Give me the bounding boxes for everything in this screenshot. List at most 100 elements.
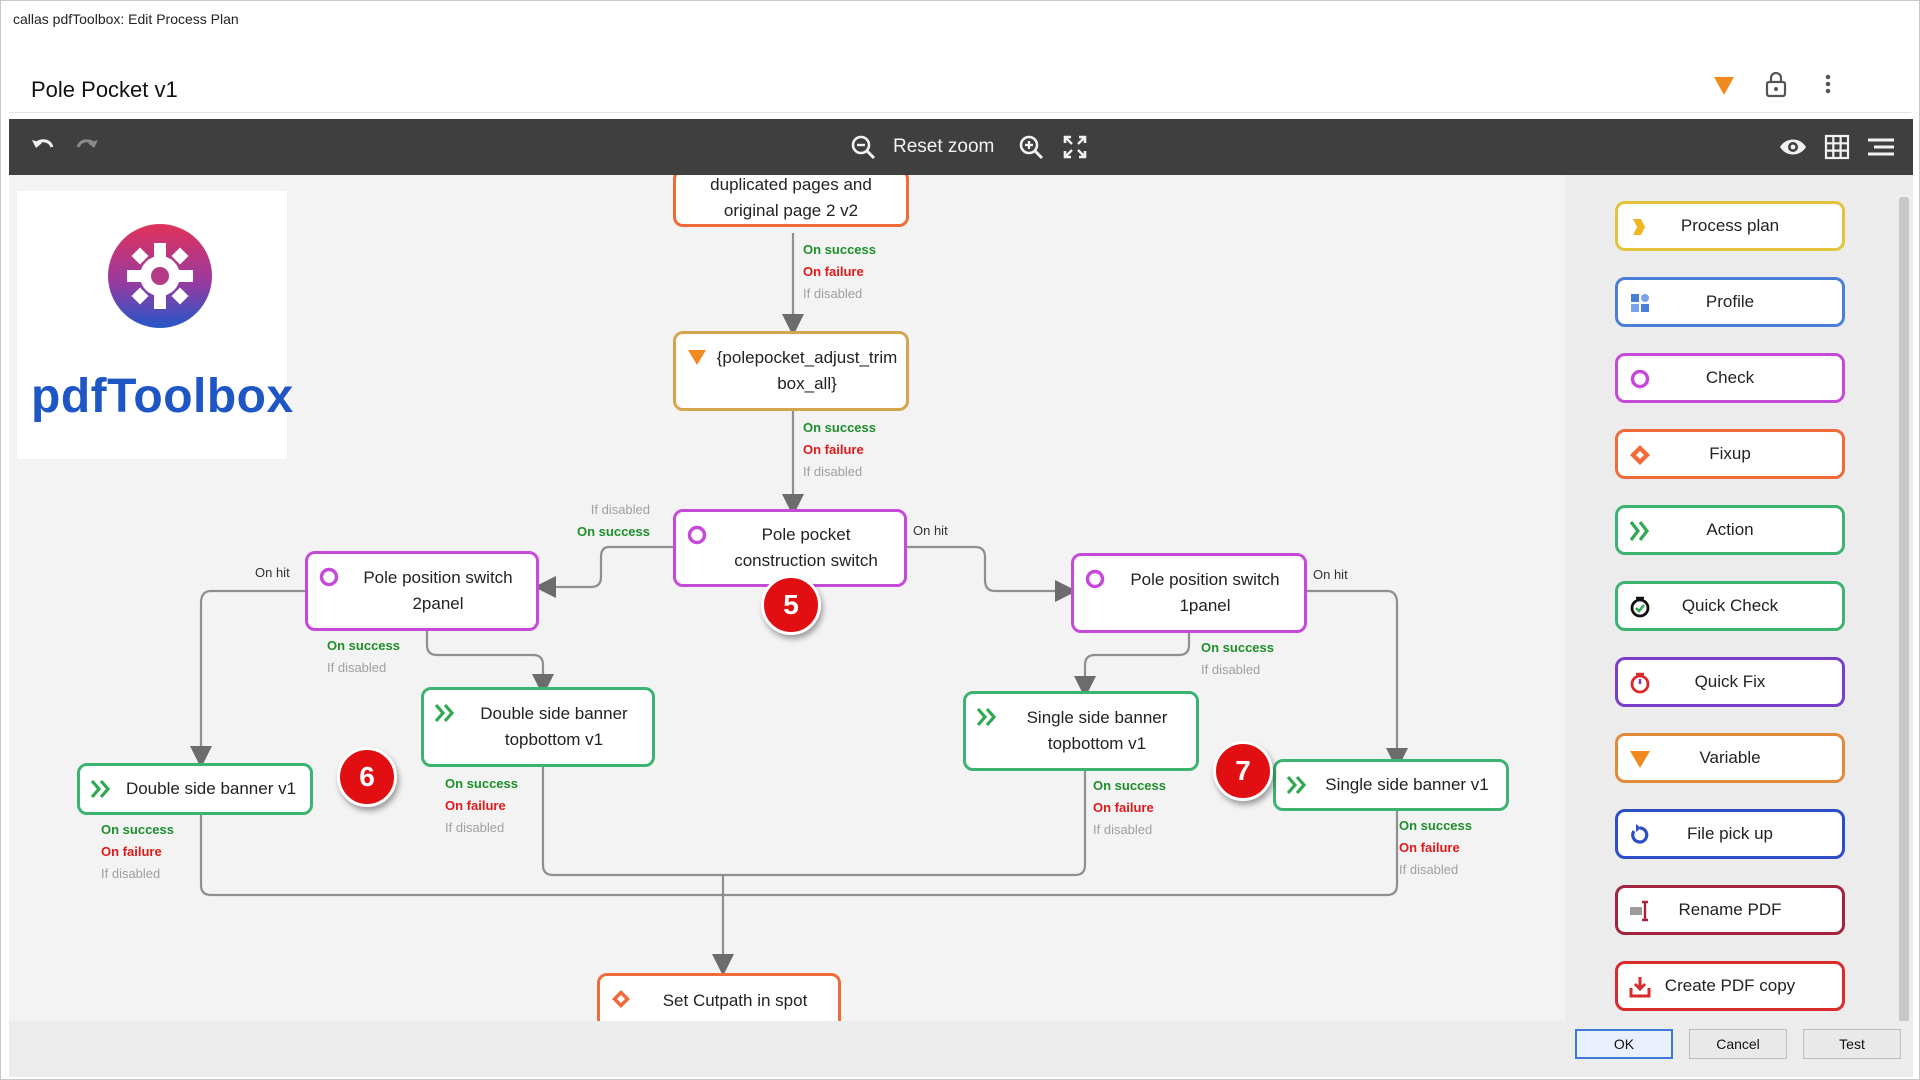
palette-label: Process plan <box>1680 216 1780 235</box>
palette-label: Quick Check <box>1681 596 1779 615</box>
palette-check[interactable]: Check <box>1615 353 1845 403</box>
palette-label: Action <box>1706 520 1754 539</box>
fixup-icon <box>1628 443 1652 467</box>
on-success-label: On success <box>445 776 518 791</box>
fixup-icon <box>610 988 632 1010</box>
check-icon <box>318 566 340 588</box>
palette-rename-pdf[interactable]: Rename PDF <box>1615 885 1845 935</box>
if-disabled-label: If disabled <box>101 866 161 881</box>
process-plan-canvas[interactable]: pdfToolbox duplicated pages and original… <box>9 175 1565 1021</box>
scrollbar-thumb[interactable] <box>1899 197 1909 1047</box>
node-single-side-banner[interactable]: Single side banner v1 <box>1273 759 1509 811</box>
on-success-label: On success <box>327 638 400 653</box>
step-badge-6: 6 <box>337 747 397 807</box>
node-switch-1panel[interactable]: Pole position switch 1panel <box>1071 553 1307 633</box>
node-palette: Process plan Profile Check Fixup Action … <box>1565 175 1895 1021</box>
layout-menu-icon[interactable] <box>1865 131 1897 163</box>
node-single-topbottom[interactable]: Single side banner topbottom v1 <box>963 691 1199 771</box>
flow-labels-double-topbottom: On success On failure If disabled <box>445 773 518 839</box>
logo-text: pdfToolbox <box>31 370 294 423</box>
palette-quick-check[interactable]: Quick Check <box>1615 581 1845 631</box>
lock-icon[interactable] <box>1763 69 1789 99</box>
on-failure-label: On failure <box>1399 840 1460 855</box>
palette-action[interactable]: Action <box>1615 505 1845 555</box>
palette-create-pdf-copy[interactable]: Create PDF copy <box>1615 961 1845 1011</box>
palette-scrollbar[interactable] <box>1895 175 1913 1047</box>
palette-label: Rename PDF <box>1678 900 1782 919</box>
palette-file-pick-up[interactable]: File pick up <box>1615 809 1845 859</box>
rename-pdf-icon <box>1628 899 1652 923</box>
if-disabled-label: If disabled <box>803 286 863 301</box>
test-button[interactable]: Test <box>1803 1029 1901 1059</box>
fit-screen-icon[interactable] <box>1059 131 1091 163</box>
on-success-label: On success <box>803 420 876 435</box>
reset-zoom-button[interactable]: Reset zoom <box>893 136 994 158</box>
palette-label: Fixup <box>1709 444 1751 463</box>
gear-logo-icon <box>108 224 212 328</box>
if-disabled-label: If disabled <box>1399 862 1459 877</box>
node-duplicated-pages[interactable]: duplicated pages and original page 2 v2 <box>673 175 909 227</box>
if-disabled-label: If disabled <box>1093 822 1153 837</box>
node-switch-2panel[interactable]: Pole position switch 2panel <box>305 551 539 631</box>
flow-labels-single-side: On success On failure If disabled <box>1399 815 1472 881</box>
node-double-side-banner[interactable]: Double side banner v1 <box>77 763 313 815</box>
on-success-label: On success <box>1093 778 1166 793</box>
file-pickup-icon <box>1628 823 1652 847</box>
palette-process-plan[interactable]: Process plan <box>1615 201 1845 251</box>
on-success-label: On success <box>577 524 650 539</box>
window-title: callas pdfToolbox: Edit Process Plan <box>13 11 239 27</box>
on-hit-label: On hit <box>913 523 948 538</box>
palette-label: Check <box>1705 368 1755 387</box>
zoom-out-icon[interactable] <box>847 131 879 163</box>
if-disabled-label: If disabled <box>1201 662 1261 677</box>
check-icon <box>686 524 708 546</box>
ok-button[interactable]: OK <box>1575 1029 1673 1059</box>
quick-fix-icon <box>1628 671 1652 695</box>
node-label: Set Cutpath in spot <box>662 991 808 1010</box>
header-icons <box>1711 69 1841 99</box>
flow-labels-variable: On success On failure If disabled <box>803 417 876 483</box>
grid-icon[interactable] <box>1821 131 1853 163</box>
undo-icon[interactable] <box>27 131 59 163</box>
if-disabled-label: If disabled <box>327 660 387 675</box>
node-label: Pole pocket construction switch <box>734 525 878 570</box>
create-pdf-copy-icon <box>1628 975 1652 999</box>
palette-label: Create PDF copy <box>1664 976 1796 995</box>
flow-labels-single-topbottom: On success On failure If disabled <box>1093 775 1166 841</box>
zoom-in-icon[interactable] <box>1015 131 1047 163</box>
flow-labels-top: On success On failure If disabled <box>803 239 876 305</box>
node-label: Double side banner v1 <box>125 779 297 798</box>
palette-label: File pick up <box>1687 824 1773 843</box>
if-disabled-label: If disabled <box>803 464 863 479</box>
toolbar: Reset zoom <box>9 119 1913 175</box>
on-hit-label: On hit <box>1313 567 1348 582</box>
flow-labels-2panel: On success If disabled <box>327 635 400 679</box>
profile-icon <box>1628 291 1652 315</box>
palette-label: Profile <box>1705 292 1755 311</box>
palette-profile[interactable]: Profile <box>1615 277 1845 327</box>
preview-eye-icon[interactable] <box>1777 131 1809 163</box>
node-label: Pole position switch 1panel <box>1130 570 1280 615</box>
palette-fixup[interactable]: Fixup <box>1615 429 1845 479</box>
on-failure-label: On failure <box>1093 800 1154 815</box>
more-options-icon[interactable] <box>1815 69 1841 99</box>
variable-icon[interactable] <box>1711 69 1737 99</box>
cancel-button[interactable]: Cancel <box>1689 1029 1787 1059</box>
redo-icon[interactable] <box>71 131 103 163</box>
node-double-topbottom[interactable]: Double side banner topbottom v1 <box>421 687 655 767</box>
step-badge-5: 5 <box>761 575 821 635</box>
palette-quick-fix[interactable]: Quick Fix <box>1615 657 1845 707</box>
node-label: duplicated pages and original page 2 v2 <box>710 175 872 220</box>
plan-name[interactable]: Pole Pocket v1 <box>31 77 178 103</box>
node-variable-trimbox[interactable]: {polepocket_adjust_trim box_all} <box>673 331 909 411</box>
node-set-cutpath[interactable]: Set Cutpath in spot <box>597 973 841 1021</box>
action-icon <box>1628 519 1652 543</box>
quick-check-icon <box>1628 595 1652 619</box>
palette-label: Quick Fix <box>1694 672 1766 691</box>
if-disabled-label: If disabled <box>445 820 505 835</box>
palette-variable[interactable]: Variable <box>1615 733 1845 783</box>
check-icon <box>1628 367 1652 391</box>
action-icon <box>976 706 998 728</box>
action-icon <box>434 702 456 724</box>
app-window: callas pdfToolbox: Edit Process Plan Pol… <box>0 0 1920 1080</box>
